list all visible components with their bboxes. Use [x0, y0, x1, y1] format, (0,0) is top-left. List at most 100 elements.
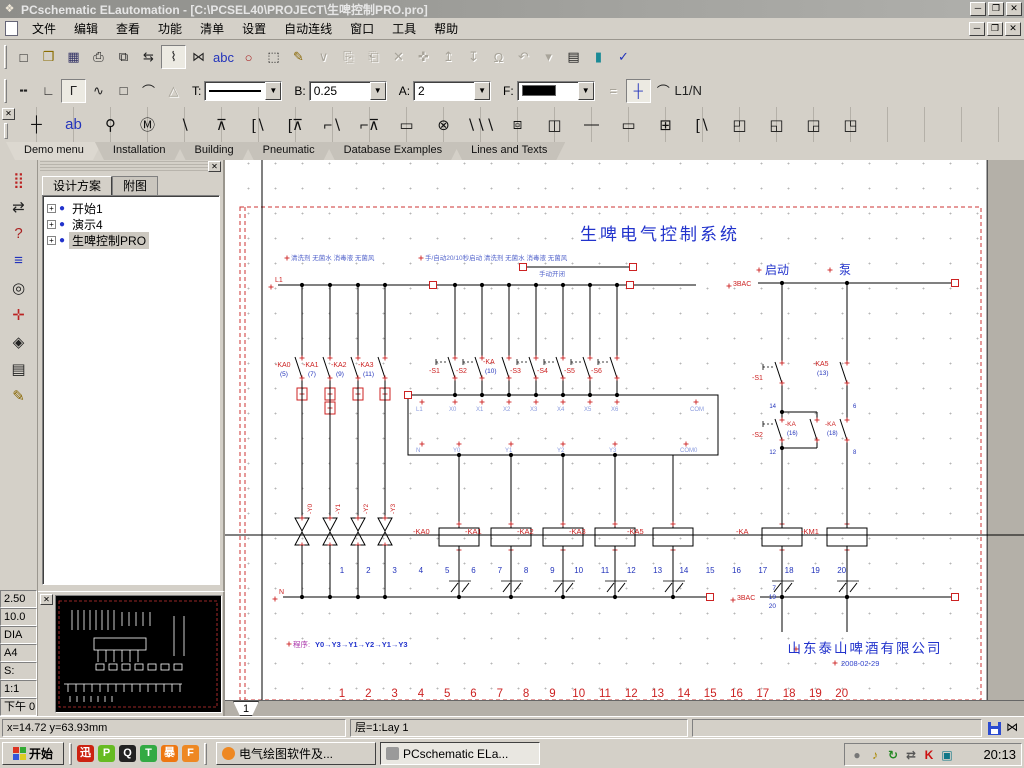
box-symbol[interactable]: ▭ [610, 108, 647, 141]
status-cell[interactable]: S: [0, 662, 37, 680]
zoom-pointer-button[interactable]: ✛ [3, 301, 35, 328]
toolbar-grip[interactable] [4, 78, 7, 103]
undo-button[interactable]: ↶ [511, 45, 536, 69]
angle-line-button[interactable]: ∟ [36, 79, 61, 103]
dashed-line-button[interactable]: ╍ [11, 79, 36, 103]
tab-demo-menu[interactable]: Demo menu [6, 142, 102, 160]
limit-nc-symbol[interactable]: [⊼ [277, 108, 314, 141]
close-icon[interactable]: ✕ [40, 594, 53, 605]
status-cell[interactable]: 2.50 [0, 590, 37, 608]
tab-lines-and-texts[interactable]: Lines and Texts [453, 142, 565, 160]
schematic-canvas[interactable]: 生啤电气控制系统清洗剂 无菌水 消毒液 无菌风 手/自动20/10秒启动 清洗剂 … [225, 160, 1024, 700]
tab-design-plan[interactable]: 设计方案 [42, 176, 113, 195]
menu-item[interactable]: 清单 [191, 19, 233, 39]
status-cell[interactable]: A4 [0, 644, 37, 662]
expand-icon[interactable]: + [47, 219, 56, 229]
chevron-down-icon[interactable]: ▼ [265, 81, 282, 100]
expand-icon[interactable]: + [47, 203, 56, 213]
new-button[interactable]: □ [11, 45, 36, 69]
key-switch-symbol[interactable]: ⚲ [92, 108, 129, 141]
junction-button[interactable]: ┼ [625, 78, 651, 103]
database-button[interactable]: ▮ [586, 45, 611, 69]
spellcheck-button[interactable]: ✓ [611, 45, 636, 69]
angle-value[interactable]: 2 ▼ [413, 80, 492, 101]
chevron-down-icon[interactable]: ▼ [577, 81, 594, 100]
transfer-down-button[interactable]: ↧ [461, 45, 486, 69]
status-cell[interactable]: 10.0 [0, 608, 37, 626]
line-width-value[interactable]: 0.25 ▼ [308, 80, 387, 101]
edit-mode-button[interactable]: ✎ [286, 45, 311, 69]
menu-item[interactable]: 查看 [107, 19, 149, 39]
edit-list-button[interactable]: ✎ [3, 382, 35, 409]
arc-button[interactable]: ⌒ [136, 79, 161, 103]
net-label-button[interactable]: L1/N [674, 79, 701, 103]
page-data-button[interactable]: ▤ [561, 45, 586, 69]
drawing-canvas[interactable]: 生啤电气控制系统 清洗剂 无菌水 消毒液 无菌风 手/自动20/10秒启动 清洗剂 … [225, 160, 1024, 716]
ttplayer-icon[interactable]: T [140, 745, 157, 762]
circle-mode-button[interactable]: ○ [236, 45, 261, 69]
wire-symbol[interactable]: ┼ [18, 108, 55, 141]
tree-item-label[interactable]: 演示4 [69, 216, 106, 233]
contacts-3p-symbol[interactable]: ∖∖∖ [462, 108, 499, 141]
limit-no-symbol[interactable]: [∖ [240, 108, 277, 141]
frame-symbol-c[interactable]: ◲ [795, 108, 832, 141]
aux-contact-symbol[interactable]: [∖ [684, 108, 721, 141]
camera-icon[interactable]: ▣ [940, 748, 954, 762]
deselect-button[interactable]: ◈ [3, 328, 35, 355]
panel-grip[interactable] [40, 161, 221, 173]
menu-item[interactable]: 自动连线 [275, 19, 341, 39]
curve-line-button[interactable]: ∿ [86, 79, 111, 103]
menu-item[interactable]: 工具 [383, 19, 425, 39]
line-symbol[interactable]: — [573, 108, 610, 141]
menu-item[interactable]: 文件 [23, 19, 65, 39]
zoom-page-button[interactable]: ◎ [3, 274, 35, 301]
lines-mode-button[interactable]: ⌇ [161, 45, 186, 69]
chevron-down-icon[interactable]: ▼ [474, 81, 491, 100]
status-cell[interactable]: DIA [0, 626, 37, 644]
pickmenu-toggle-button[interactable]: ⣿ [3, 166, 35, 193]
coil-symbol[interactable]: ▭ [388, 108, 425, 141]
network-icon[interactable]: ⇄ [904, 748, 918, 762]
tree-item-label[interactable]: 开始1 [69, 200, 106, 217]
mdi-restore-button[interactable]: ❐ [987, 21, 1003, 36]
menu-item[interactable]: 设置 [233, 19, 275, 39]
undo-list-button[interactable]: ▾ [536, 45, 561, 69]
arc-jump-button[interactable]: ⌒ [651, 79, 676, 103]
line-type-value[interactable]: ▼ [204, 80, 283, 101]
start-button[interactable]: 开始 [2, 742, 64, 765]
tab-attachments[interactable]: 附图 [112, 176, 159, 195]
color-value[interactable]: ▼ [516, 80, 595, 101]
menu-item[interactable]: 功能 [149, 19, 191, 39]
frame-symbol-a[interactable]: ◰ [721, 108, 758, 141]
delay-no-symbol[interactable]: ⌐∖ [314, 108, 351, 141]
tree-item[interactable]: + ● 开始1 [45, 200, 217, 216]
chevron-down-icon[interactable]: ▼ [369, 81, 386, 100]
tab-pneumatic[interactable]: Pneumatic [245, 142, 333, 160]
ppstream-icon[interactable]: P [98, 745, 115, 762]
save-button[interactable]: ▦ [61, 45, 86, 69]
auto-connect-button[interactable]: ≡ [3, 247, 35, 274]
minimize-button[interactable]: ─ [970, 2, 986, 16]
qq-icon[interactable]: Q [119, 745, 136, 762]
area-mode-button[interactable]: ⬚ [261, 45, 286, 69]
thunder-icon[interactable]: 迅 [77, 745, 94, 762]
close-icon[interactable]: ✕ [208, 161, 221, 172]
mdi-close-button[interactable]: ✕ [1005, 21, 1021, 36]
menu-item[interactable]: 窗口 [341, 19, 383, 39]
delay-nc-symbol[interactable]: ⌐⊼ [351, 108, 388, 141]
object-list-button[interactable]: ▤ [3, 355, 35, 382]
document-icon[interactable] [5, 21, 18, 36]
update-icon[interactable]: ↻ [886, 748, 900, 762]
delete-button[interactable]: ✕ [386, 45, 411, 69]
lamp-symbol[interactable]: ⊗ [425, 108, 462, 141]
parallel-lines-button[interactable]: = [601, 79, 626, 103]
paste-button[interactable]: ⎗ [361, 45, 386, 69]
symbol-replace-button[interactable]: ⇆ [136, 45, 161, 69]
expand-icon[interactable]: + [47, 235, 56, 245]
rectangle-button[interactable]: □ [111, 79, 136, 103]
symbol-browser-button[interactable]: ⇄ [3, 193, 35, 220]
frame-symbol-b[interactable]: ◱ [758, 108, 795, 141]
contact-no-symbol[interactable]: ∖ [166, 108, 203, 141]
status-cell[interactable]: 1:1 [0, 680, 37, 698]
task-button-pcschematic[interactable]: PCschematic ELa... [380, 742, 540, 765]
